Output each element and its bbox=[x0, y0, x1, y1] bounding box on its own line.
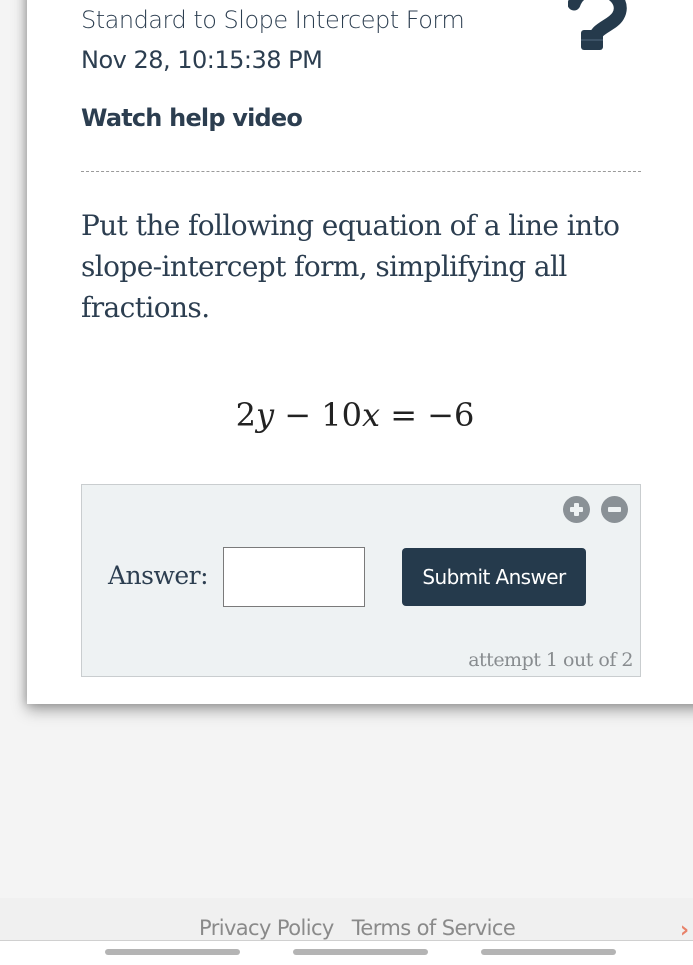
skill-title: Standard to Slope Intercept Form bbox=[81, 6, 465, 34]
submit-answer-button[interactable]: Submit Answer bbox=[402, 548, 586, 606]
question-prompt: Put the following equation of a line int… bbox=[81, 209, 620, 324]
page-indicator[interactable] bbox=[293, 949, 428, 955]
equation-var-x: x bbox=[361, 396, 381, 434]
equation-rhs: −6 bbox=[427, 396, 475, 434]
equation-coef-y: 2 bbox=[235, 396, 257, 434]
equation-equals: = bbox=[390, 396, 417, 434]
question-mark-icon[interactable] bbox=[567, 0, 628, 62]
equation-coef-x: 10 bbox=[321, 396, 362, 434]
watch-help-video-link[interactable]: Watch help video bbox=[81, 104, 303, 132]
terms-of-service-link[interactable]: Terms of Service bbox=[352, 916, 516, 940]
minus-circle-icon[interactable] bbox=[601, 496, 628, 523]
answer-panel: Answer: Submit Answer attempt 1 out of 2 bbox=[81, 484, 641, 677]
attempt-counter: attempt 1 out of 2 bbox=[468, 649, 633, 671]
timestamp: Nov 28, 10:15:38 PM bbox=[81, 46, 323, 74]
privacy-policy-link[interactable]: Privacy Policy bbox=[199, 916, 334, 940]
answer-label: Answer: bbox=[108, 561, 209, 590]
footer-links: Privacy Policy Terms of Service bbox=[199, 916, 533, 940]
section-divider bbox=[81, 171, 641, 172]
page-indicator[interactable] bbox=[105, 949, 240, 955]
equation-var-y: y bbox=[256, 396, 275, 434]
plus-circle-icon[interactable] bbox=[563, 496, 590, 523]
page-indicator[interactable] bbox=[481, 949, 616, 955]
answer-input[interactable] bbox=[223, 547, 365, 607]
equation-minus: − bbox=[284, 396, 312, 434]
bottom-bar bbox=[0, 940, 693, 965]
equation: 2y − 10x = −6 bbox=[0, 396, 693, 434]
